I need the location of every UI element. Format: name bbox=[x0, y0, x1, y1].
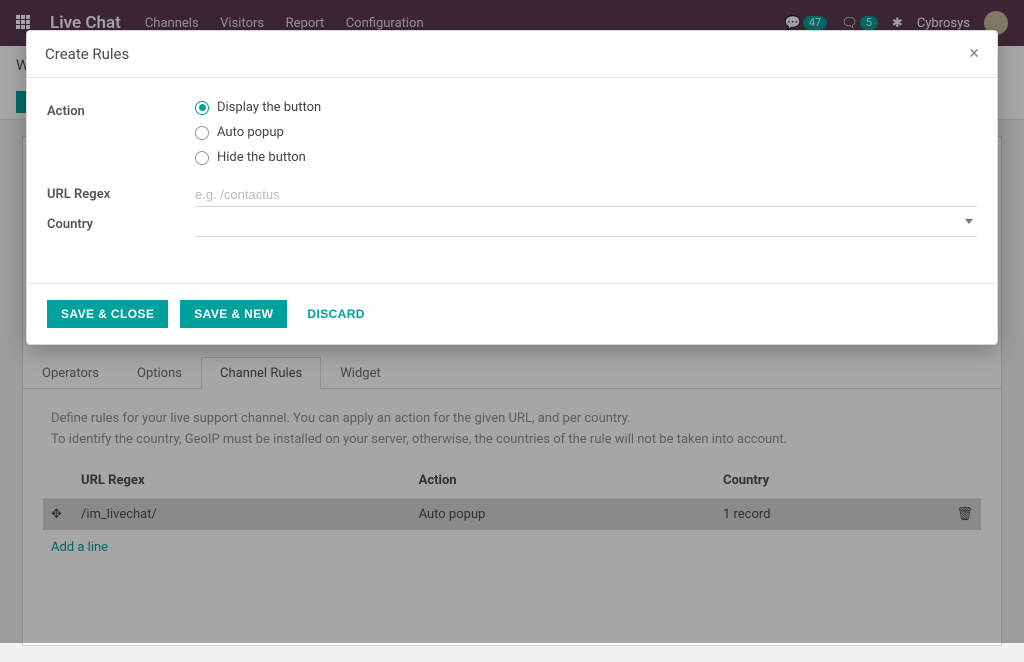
save-new-button[interactable]: SAVE & NEW bbox=[180, 300, 287, 328]
save-close-button[interactable]: SAVE & CLOSE bbox=[47, 300, 168, 328]
radio-display-button[interactable]: Display the button bbox=[195, 100, 977, 115]
radio-hide-button[interactable]: Hide the button bbox=[195, 150, 977, 165]
create-rules-modal: Create Rules × Action Display the button… bbox=[26, 30, 998, 345]
radio-icon bbox=[195, 151, 209, 165]
discard-button[interactable]: DISCARD bbox=[307, 307, 364, 321]
radio-label: Auto popup bbox=[217, 125, 284, 140]
url-regex-input[interactable] bbox=[195, 183, 977, 207]
radio-label: Hide the button bbox=[217, 150, 306, 165]
label-url-regex: URL Regex bbox=[47, 183, 195, 207]
modal-title: Create Rules bbox=[45, 45, 129, 63]
close-icon[interactable]: × bbox=[969, 45, 979, 63]
country-input[interactable] bbox=[195, 213, 977, 237]
radio-auto-popup[interactable]: Auto popup bbox=[195, 125, 977, 140]
label-country: Country bbox=[47, 213, 195, 237]
label-action: Action bbox=[47, 100, 195, 175]
radio-icon bbox=[195, 101, 209, 115]
chevron-down-icon[interactable] bbox=[965, 219, 973, 224]
radio-label: Display the button bbox=[217, 100, 321, 115]
radio-icon bbox=[195, 126, 209, 140]
